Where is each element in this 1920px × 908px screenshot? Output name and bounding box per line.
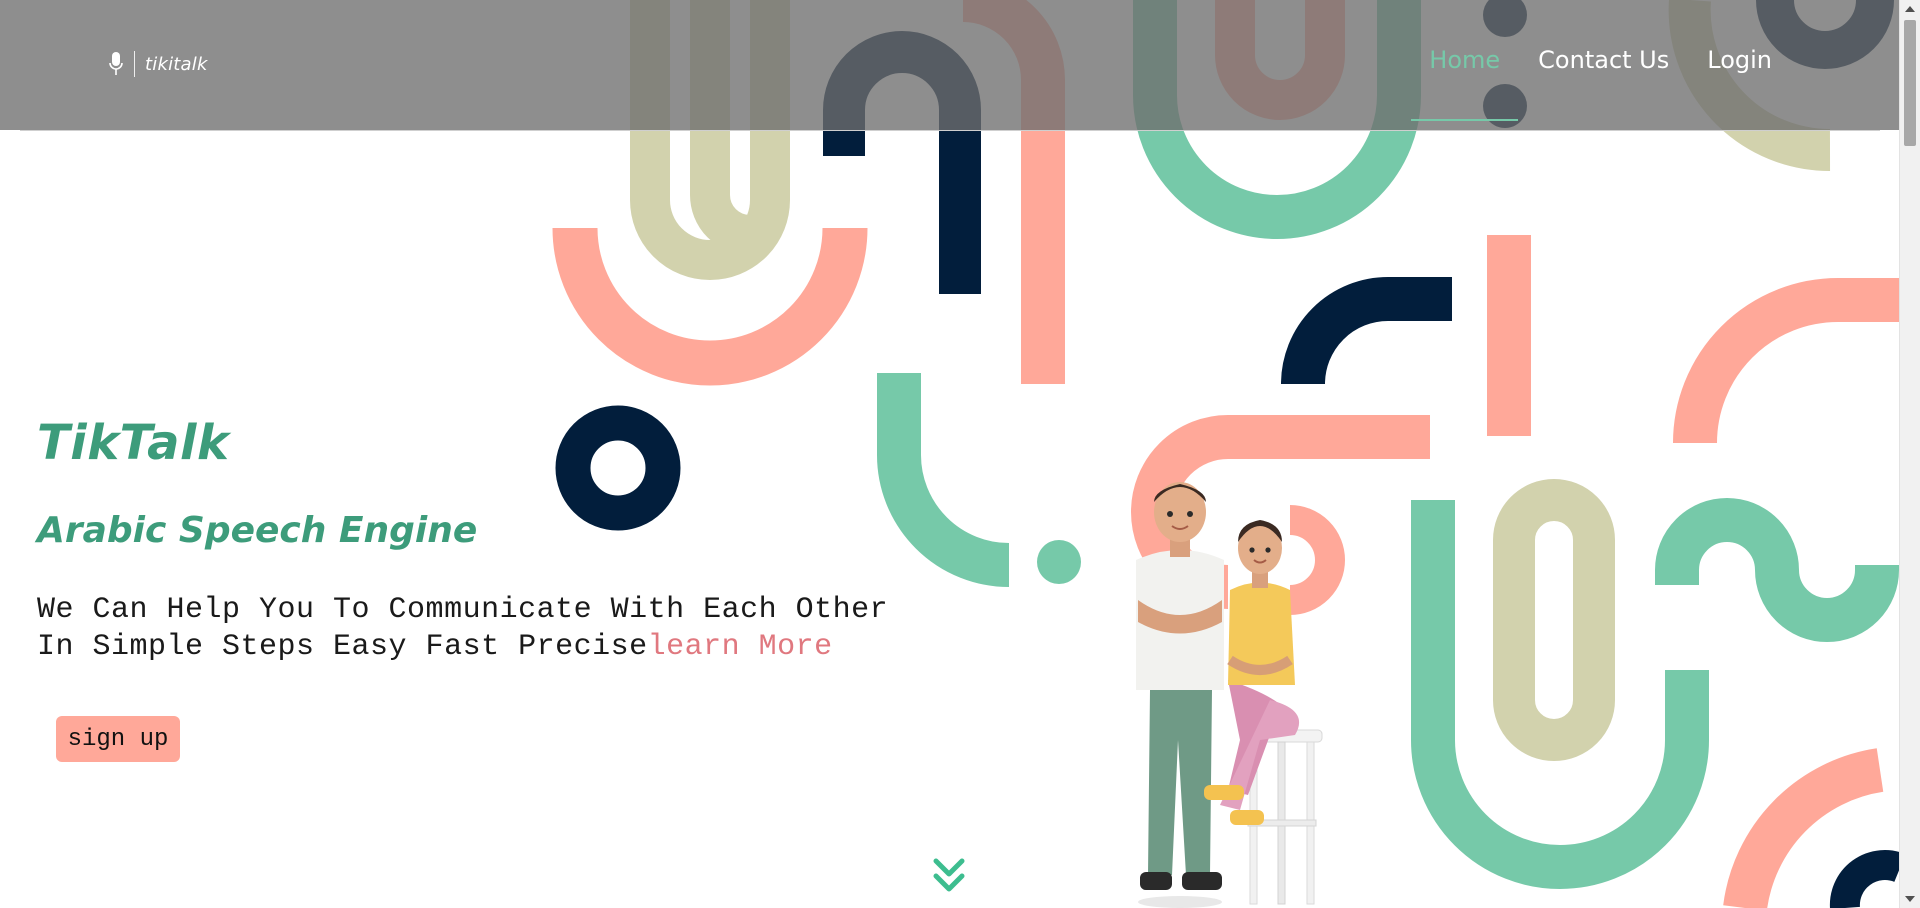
nav-home[interactable]: Home <box>1411 46 1519 121</box>
nav-contact-us[interactable]: Contact Us <box>1538 46 1669 80</box>
header-divider <box>20 130 1880 131</box>
brand-logo[interactable]: tikitalk <box>108 48 208 80</box>
top-navbar: tikitalk Home Contact Us Login <box>0 0 1900 130</box>
main-nav: Home Contact Us Login <box>1411 46 1772 121</box>
vertical-scrollbar[interactable] <box>1899 0 1920 908</box>
brand-divider <box>134 51 135 77</box>
scroll-down-arrow-icon[interactable] <box>1905 896 1915 902</box>
hero-description: We Can Help You To Communicate With Each… <box>37 592 937 666</box>
hero-title: TikTalk <box>37 415 230 471</box>
double-chevron-down-icon[interactable] <box>932 856 966 896</box>
scrollbar-thumb[interactable] <box>1904 20 1916 146</box>
hero-description-line2: In Simple Steps Easy Fast Precise <box>37 630 648 664</box>
nav-login[interactable]: Login <box>1707 46 1772 80</box>
decorative-background-shapes <box>552 0 1900 908</box>
sign-up-button[interactable]: sign up <box>56 716 180 762</box>
learn-more-link[interactable]: learn More <box>648 630 833 664</box>
hero-subtitle: Arabic Speech Engine <box>37 510 478 551</box>
microphone-icon <box>109 52 123 75</box>
man-figure <box>1136 482 1224 908</box>
scroll-up-arrow-icon[interactable] <box>1905 6 1915 12</box>
hero-description-line1: We Can Help You To Communicate With Each… <box>37 593 889 627</box>
brand-name: tikitalk <box>145 53 208 75</box>
hero-illustration-people <box>1136 482 1323 908</box>
